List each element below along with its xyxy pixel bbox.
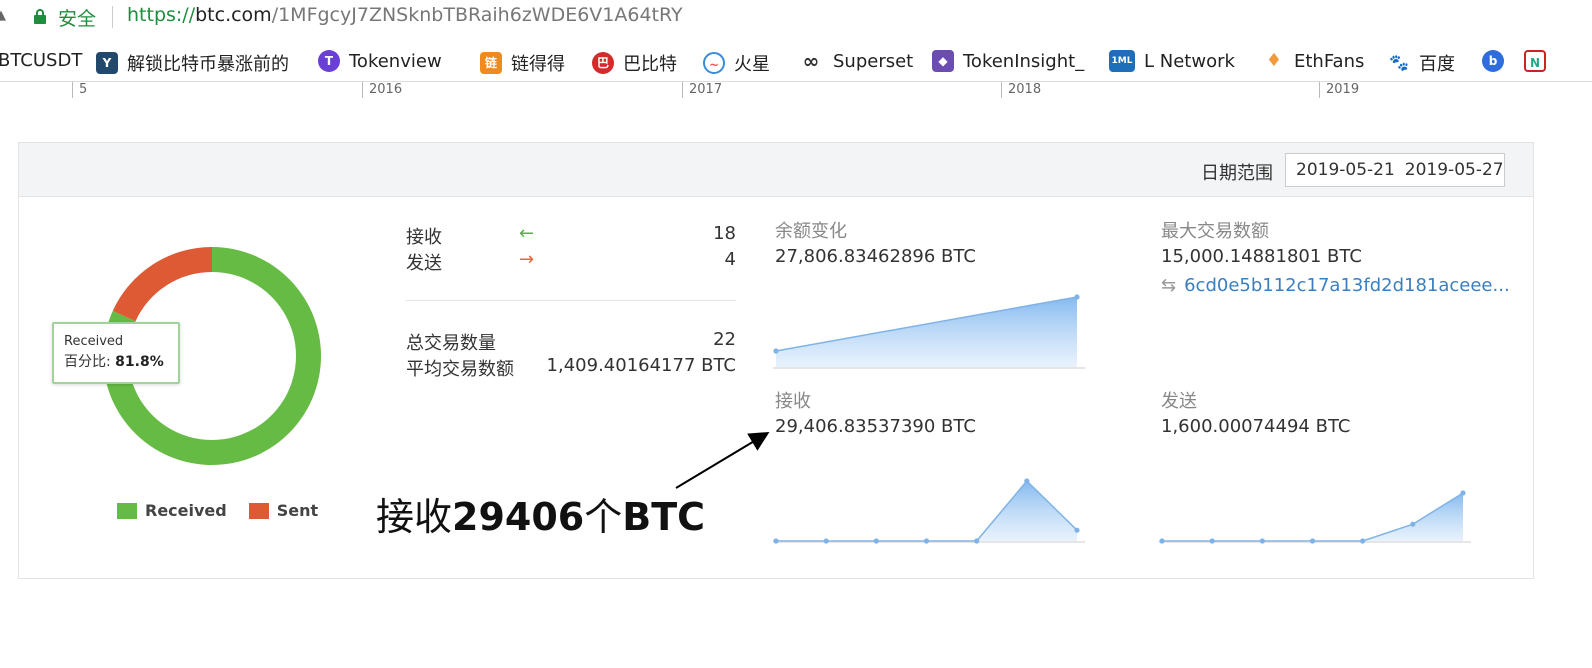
date-start: 2019-05-21	[1296, 160, 1395, 180]
sparkline-point[interactable]	[1074, 527, 1080, 533]
t-logo-icon: T	[318, 50, 340, 72]
bookmark-superset[interactable]: ∞ Superset	[798, 50, 913, 72]
sparkline-point[interactable]	[1410, 521, 1416, 527]
total-tx-row: 总交易数量 22	[406, 329, 736, 354]
sparkline-point[interactable]	[1460, 490, 1466, 496]
address-summary-panel: 日期范围 2019-05-21 2019-05-27 Received 百分比:…	[18, 142, 1534, 579]
timeline-axis: 5 2016 2017 2018 2019	[0, 82, 1592, 102]
legend-item-sent[interactable]: Sent	[248, 501, 318, 520]
received-metric: 接收 29,406.83537390 BTC	[775, 391, 976, 437]
bookmark-unlock-btc[interactable]: Y 解锁比特币暴涨前的	[96, 50, 289, 76]
panel-header: 日期范围 2019-05-21 2019-05-27	[19, 143, 1533, 197]
annotation-text: 接收29406个BTC	[376, 495, 706, 539]
1ml-logo-icon: 1ML	[1109, 50, 1135, 72]
donut-tooltip: Received 百分比: 81.8%	[52, 322, 180, 384]
donut-legend: Received Sent	[117, 501, 318, 520]
url-text[interactable]: https://btc.com/1MFgcyJ7ZNSknbTBRaih6zWD…	[127, 4, 683, 26]
sparkline-point[interactable]	[1259, 538, 1265, 544]
sent-sparkline	[1159, 490, 1471, 544]
received-count-row: 接收 ← 18	[406, 223, 736, 248]
address-divider	[112, 6, 113, 28]
sparkline-area	[776, 481, 1077, 541]
ethereum-icon: ♦	[1263, 50, 1285, 72]
bookmark-liandede[interactable]: 链链得得	[480, 50, 565, 76]
timeline-tick: 5	[72, 82, 87, 98]
bookmark-baidu[interactable]: 🐾 百度	[1388, 50, 1455, 76]
baidu-paw-icon: 🐾	[1388, 52, 1410, 74]
sent-count-row: 发送 → 4	[406, 249, 736, 274]
received-sparkline	[773, 478, 1085, 544]
donut-slice-sent[interactable]	[112, 247, 212, 322]
bookmark-n[interactable]: N	[1524, 50, 1555, 72]
date-end: 2019-05-27	[1404, 160, 1504, 180]
bookmark-l-network[interactable]: 1ML L Network	[1109, 50, 1235, 72]
secure-label: 安全	[58, 8, 97, 30]
sparkline-point[interactable]	[873, 538, 879, 544]
sparkline-point[interactable]	[1074, 294, 1080, 300]
bookmark-tokenview[interactable]: T Tokenview	[318, 50, 442, 72]
tokeninsight-logo-icon: ◆	[932, 50, 954, 72]
b-logo-icon: b	[1482, 50, 1504, 72]
max-tx-metric: 最大交易数额 15,000.14881801 BTC ⇆ 6cd0e5b112c1…	[1161, 221, 1510, 296]
sparkline-point[interactable]	[1360, 538, 1366, 544]
tooltip-series: Received	[64, 334, 124, 349]
sparkline-area	[1162, 493, 1463, 541]
sparkline-point[interactable]	[1024, 478, 1030, 484]
y-logo-icon: Y	[96, 52, 118, 74]
tooltip-percentage: 百分比: 81.8%	[64, 354, 164, 370]
stats-divider	[406, 300, 736, 301]
date-range-input[interactable]: 2019-05-21 2019-05-27	[1285, 153, 1505, 187]
sparkline-point[interactable]	[923, 538, 930, 544]
timeline-tick: 2016	[362, 82, 402, 98]
sparkline-point[interactable]	[1209, 538, 1215, 544]
mars-logo-icon: ~	[703, 52, 725, 74]
babite-logo-icon: 巴	[592, 52, 614, 74]
sparkline-point[interactable]	[1159, 538, 1165, 544]
back-arrow-icon[interactable]: ▲	[0, 8, 6, 23]
balance-change-sparkline	[773, 294, 1085, 369]
max-tx-link[interactable]: ⇆ 6cd0e5b112c17a13fd2d181aceee...	[1161, 275, 1510, 296]
sparkline-point[interactable]	[773, 538, 779, 544]
bookmark-babite[interactable]: 巴巴比特	[592, 50, 677, 76]
bookmark-ethfans[interactable]: ♦ EthFans	[1263, 50, 1364, 72]
infinity-icon: ∞	[798, 50, 824, 72]
bookmark-tokeninsight[interactable]: ◆ TokenInsight_	[932, 50, 1084, 72]
swap-arrows-icon: ⇆	[1161, 275, 1177, 296]
sparkline-area	[776, 297, 1077, 367]
sparkline-point[interactable]	[1309, 538, 1316, 544]
arrow-right-icon: →	[519, 249, 535, 270]
timeline-tick: 2019	[1319, 82, 1359, 98]
timeline-tick: 2018	[1001, 82, 1041, 98]
avg-tx-row: 平均交易数额 1,409.40164177 BTC	[406, 355, 736, 380]
arrow-left-icon: ←	[519, 223, 535, 244]
sparkline-point[interactable]	[974, 538, 980, 544]
chain-logo-icon: 链	[480, 52, 502, 74]
sparkline-point[interactable]	[773, 348, 779, 354]
balance-change-metric: 余额变化 27,806.83462896 BTC	[775, 221, 976, 267]
lock-icon	[34, 9, 46, 24]
sent-metric: 发送 1,600.00074494 BTC	[1161, 391, 1351, 437]
tx-total-stats: 总交易数量 22 平均交易数额 1,409.40164177 BTC	[406, 329, 736, 381]
timeline-tick: 2017	[682, 82, 722, 98]
date-range-label: 日期范围	[1201, 163, 1273, 184]
bookmark-btcusdt[interactable]: BTCUSDT	[0, 50, 82, 71]
legend-item-received[interactable]: Received	[117, 501, 227, 520]
bookmark-b[interactable]: b	[1482, 50, 1513, 72]
tx-count-stats: 接收 ← 18 发送 → 4	[406, 223, 736, 275]
address-bar[interactable]: ▲ 安全 https://btc.com/1MFgcyJ7ZNSknbTBRai…	[0, 0, 1592, 34]
bookmarks-bar: BTCUSDT Y 解锁比特币暴涨前的 T Tokenview 链链得得 巴巴比特 …	[0, 40, 1592, 82]
n-logo-icon: N	[1524, 50, 1546, 72]
bookmark-mars[interactable]: ~ 火星	[703, 50, 770, 76]
sparkline-point[interactable]	[823, 538, 829, 544]
